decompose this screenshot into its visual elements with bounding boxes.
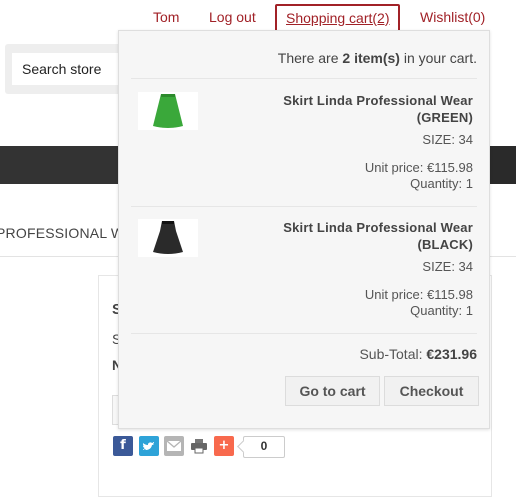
mini-cart-dropdown: There are 2 item(s) in your cart. Skirt … <box>118 30 490 429</box>
cart-item-unit-price: Unit price: €115.98 <box>364 287 473 302</box>
cart-item-attributes: SIZE: 34 <box>422 132 473 147</box>
cart-item-attributes: SIZE: 34 <box>422 259 473 274</box>
cart-summary-prefix: There are <box>277 50 343 66</box>
cart-item-quantity: Quantity: 1 <box>410 303 473 318</box>
divider <box>131 333 477 334</box>
twitter-icon[interactable] <box>139 436 159 456</box>
share-count: 0 <box>243 436 285 458</box>
shopping-cart-link[interactable]: Shopping cart(2) <box>275 4 400 33</box>
cart-item-count: 2 item(s) <box>342 50 400 66</box>
subtotal-value: €231.96 <box>426 346 477 362</box>
account-link[interactable]: Tom <box>153 9 179 25</box>
menu-bar-end <box>490 146 516 184</box>
cart-item-unit-price: Unit price: €115.98 <box>364 160 473 175</box>
checkout-button[interactable]: Checkout <box>384 376 479 406</box>
product-thumbnail[interactable] <box>138 92 198 130</box>
go-to-cart-button[interactable]: Go to cart <box>285 376 380 406</box>
cart-item-name[interactable]: Skirt Linda Professional Wear (GREEN) <box>243 92 473 126</box>
divider <box>131 206 477 207</box>
email-icon[interactable] <box>164 436 184 456</box>
divider <box>131 78 477 79</box>
cart-item-price-block: Unit price: €115.98 Quantity: 1 <box>365 160 473 192</box>
category-label[interactable]: PROFESSIONAL WE <box>0 225 134 241</box>
cart-summary-suffix: in your cart. <box>399 50 477 66</box>
facebook-icon[interactable]: f <box>113 436 133 456</box>
cart-item-quantity: Quantity: 1 <box>410 176 473 191</box>
product-thumbnail[interactable] <box>138 219 198 257</box>
addthis-icon[interactable]: + <box>214 436 234 456</box>
wishlist-link[interactable]: Wishlist(0) <box>420 9 485 25</box>
cart-summary: There are 2 item(s) in your cart. <box>278 50 477 66</box>
cart-item-price-block: Unit price: €115.98 Quantity: 1 <box>365 287 473 319</box>
print-icon[interactable] <box>189 436 209 456</box>
cart-item-name[interactable]: Skirt Linda Professional Wear (BLACK) <box>243 219 473 253</box>
cart-item: Skirt Linda Professional Wear (BLACK) SI… <box>119 219 489 339</box>
cart-subtotal: Sub-Total: €231.96 <box>359 346 477 362</box>
logout-link[interactable]: Log out <box>209 9 256 25</box>
cart-item: Skirt Linda Professional Wear (GREEN) SI… <box>119 92 489 212</box>
subtotal-label: Sub-Total: <box>359 346 427 362</box>
